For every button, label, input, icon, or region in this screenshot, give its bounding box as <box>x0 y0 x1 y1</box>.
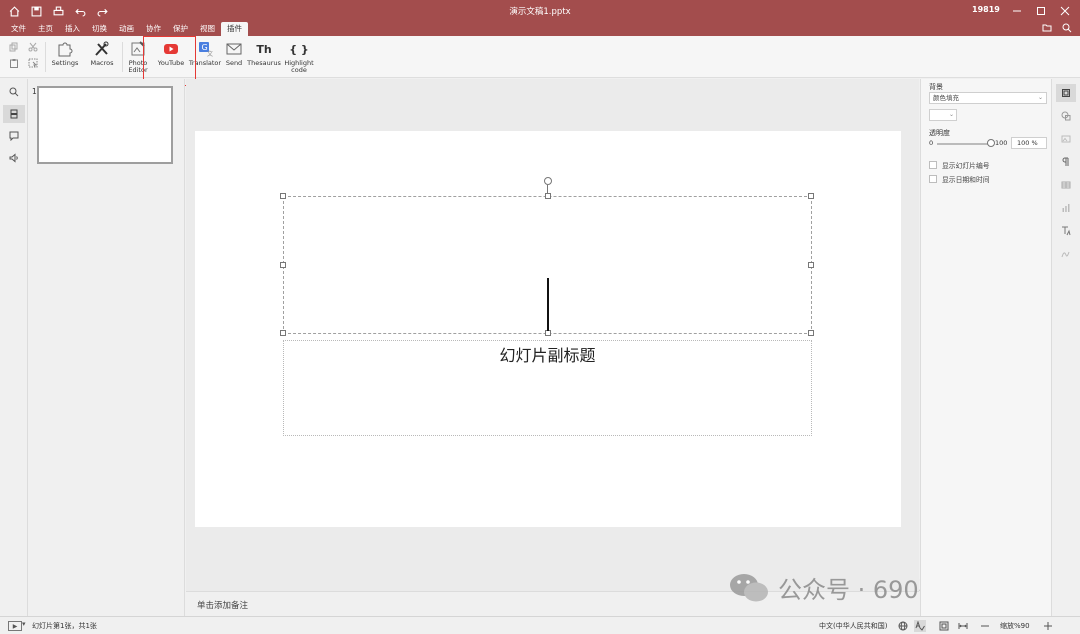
opacity-max: 100 <box>995 139 1008 147</box>
comment-icon[interactable] <box>3 127 25 145</box>
macros-button[interactable]: Macros <box>89 40 115 67</box>
opacity-input[interactable]: 100 % <box>1011 137 1047 149</box>
show-slide-number-checkbox[interactable]: 显示幻灯片编号 <box>929 160 990 170</box>
search-icon[interactable] <box>1062 23 1072 35</box>
shape-icon[interactable] <box>1056 107 1076 125</box>
code-braces-icon: { } <box>289 42 309 56</box>
spellcheck-icon[interactable] <box>914 620 926 632</box>
chevron-down-icon[interactable]: ▾ <box>22 620 26 628</box>
image-icon[interactable] <box>1056 130 1076 148</box>
tools-icon <box>92 40 112 58</box>
slide-thumbnails-panel: 1 <box>28 79 185 616</box>
play-icon[interactable]: ▶ <box>8 621 22 631</box>
svg-text:文: 文 <box>207 50 213 58</box>
text-cursor <box>547 278 549 331</box>
show-date-time-checkbox[interactable]: 显示日期和时间 <box>929 174 990 184</box>
table-icon[interactable] <box>1056 176 1076 194</box>
folder-icon[interactable] <box>1042 23 1052 35</box>
maximize-icon[interactable] <box>1032 2 1050 20</box>
cut-icon[interactable] <box>25 40 41 54</box>
slides-icon[interactable] <box>3 105 25 123</box>
menu-file[interactable]: 文件 <box>5 22 32 36</box>
slide-editor: 幻灯片副标题 <box>186 79 919 591</box>
left-rail <box>0 79 28 616</box>
zoom-out-icon[interactable] <box>979 620 991 632</box>
chevron-down-icon: ⌄ <box>948 111 954 118</box>
settings-button[interactable]: Settings <box>52 40 78 67</box>
subtitle-placeholder[interactable]: 幻灯片副标题 <box>283 340 812 436</box>
slide-thumbnail[interactable] <box>37 86 173 164</box>
title-bar: 演示文稿1.pptx 19819 <box>0 0 1080 22</box>
user-name[interactable]: 19819 <box>972 5 1000 14</box>
slide-canvas[interactable]: 幻灯片副标题 <box>195 131 901 527</box>
slider-knob[interactable] <box>987 139 995 147</box>
fill-color-picker[interactable]: ⌄ <box>929 109 957 121</box>
menu-view[interactable]: 视图 <box>194 22 221 36</box>
menu-protect[interactable]: 保护 <box>167 22 194 36</box>
background-label: 背景 <box>929 83 943 91</box>
menu-plugins[interactable]: 插件 <box>221 22 248 36</box>
paragraph-icon[interactable] <box>1056 153 1076 171</box>
resize-handle[interactable] <box>808 262 814 268</box>
notes-placeholder: 单击添加备注 <box>197 601 249 611</box>
fit-slide-icon[interactable] <box>938 620 950 632</box>
checkbox-label: 显示日期和时间 <box>942 176 990 184</box>
text-art-icon[interactable] <box>1056 222 1076 240</box>
opacity-min: 0 <box>929 139 934 147</box>
copy-icon[interactable] <box>6 40 22 54</box>
fill-type-select[interactable]: 颜色填充 ⌄ <box>929 92 1047 104</box>
chart-icon[interactable] <box>1056 199 1076 217</box>
chevron-down-icon: ⌄ <box>1037 94 1043 101</box>
checkbox[interactable] <box>929 175 937 183</box>
menu-collaborate[interactable]: 协作 <box>140 22 167 36</box>
zoom-in-icon[interactable] <box>1042 620 1054 632</box>
rotate-handle[interactable] <box>544 177 552 185</box>
resize-handle[interactable] <box>280 193 286 199</box>
zoom-level[interactable]: 缩放%90 <box>1000 621 1030 631</box>
resize-handle[interactable] <box>808 193 814 199</box>
status-bar: ▶ ▾ 幻灯片第1张，共1张 中文(中华人民共和国) 缩放%90 <box>0 616 1080 634</box>
close-icon[interactable] <box>1056 2 1074 20</box>
properties-panel: 背景 颜色填充 ⌄ ⌄ 透明度 0 100 100 % 显示幻灯片编号 显示日期… <box>920 79 1052 616</box>
globe-icon[interactable] <box>897 620 909 632</box>
resize-handle[interactable] <box>808 330 814 336</box>
document-title: 演示文稿1.pptx <box>509 7 571 17</box>
minimize-icon[interactable] <box>1008 2 1026 20</box>
send-button[interactable]: Send <box>223 40 245 67</box>
mail-icon <box>224 40 244 58</box>
highlight-code-button[interactable]: { } Highlight code <box>284 40 314 74</box>
thesaurus-button[interactable]: Th Thesaurus <box>247 40 281 67</box>
menu-insert[interactable]: 插入 <box>59 22 86 36</box>
menu-animation[interactable]: 动画 <box>113 22 140 36</box>
checkbox[interactable] <box>929 161 937 169</box>
opacity-label: 透明度 <box>929 129 950 137</box>
search-icon[interactable] <box>3 83 25 101</box>
speaker-icon[interactable] <box>3 149 25 167</box>
resize-handle[interactable] <box>545 193 551 199</box>
slide-info: 幻灯片第1张，共1张 <box>32 622 97 630</box>
thesaurus-icon: Th <box>256 42 272 56</box>
resize-handle[interactable] <box>280 262 286 268</box>
translate-icon: G文 <box>195 40 215 58</box>
wechat-icon <box>730 573 768 601</box>
opacity-slider[interactable]: 0 100 100 % <box>929 137 1047 150</box>
menu-transitions[interactable]: 切换 <box>86 22 113 36</box>
slide-settings-icon[interactable] <box>1056 84 1076 102</box>
fit-width-icon[interactable] <box>957 620 969 632</box>
menu-home[interactable]: 主页 <box>32 22 59 36</box>
paste-icon[interactable] <box>6 56 22 70</box>
puzzle-icon <box>55 40 75 58</box>
signature-icon[interactable] <box>1056 245 1076 263</box>
checkbox-label: 显示幻灯片编号 <box>942 162 990 170</box>
menu-bar: 文件 主页 插入 切换 动画 协作 保护 视图 插件 <box>0 22 1080 36</box>
slider-track <box>937 143 991 145</box>
subtitle-text: 幻灯片副标题 <box>499 346 596 365</box>
right-rail <box>1053 79 1080 616</box>
language-selector[interactable]: 中文(中华人民共和国) <box>819 621 887 631</box>
select-all-icon[interactable] <box>25 56 41 70</box>
resize-handle[interactable] <box>280 330 286 336</box>
